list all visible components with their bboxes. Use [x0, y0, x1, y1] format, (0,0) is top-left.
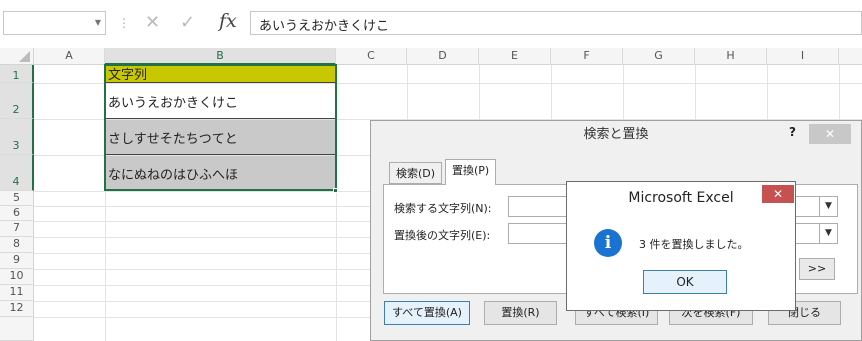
selection-border	[104, 64, 337, 191]
message-box-body: i 3 件を置換しました。 OK	[567, 215, 795, 310]
row-header-9[interactable]: 9	[0, 253, 34, 269]
cancel-icon[interactable]: ✕	[145, 12, 160, 33]
row-header-8[interactable]: 8	[0, 237, 34, 253]
column-header-row: A B C D E F G H I	[0, 48, 862, 65]
message-text: 3 件を置換しました。	[639, 238, 749, 251]
row-header-10[interactable]: 10	[0, 269, 34, 285]
column-header-i[interactable]: I	[767, 48, 839, 65]
row-header-3[interactable]: 3	[0, 119, 34, 155]
row-header-2[interactable]: 2	[0, 83, 34, 119]
info-icon: i	[594, 229, 622, 257]
column-header-f[interactable]: F	[551, 48, 623, 65]
enter-icon[interactable]: ✓	[180, 12, 195, 33]
row-header-12[interactable]: 12	[0, 301, 34, 317]
grip-icon: ⋮	[118, 16, 130, 30]
row-header-13[interactable]	[0, 317, 34, 341]
column-header-a[interactable]: A	[34, 48, 105, 65]
message-box-title: Microsoft Excel	[567, 182, 795, 215]
row-header-1[interactable]: 1	[0, 65, 34, 83]
tab-replace[interactable]: 置換(P)	[445, 159, 497, 185]
options-button[interactable]: >>	[799, 258, 835, 280]
chevron-down-icon[interactable]: ▼	[819, 197, 837, 216]
chevron-down-icon[interactable]: ▼	[95, 18, 101, 27]
column-header-b[interactable]: B	[105, 48, 336, 65]
replace-with-label: 置換後の文字列(E):	[394, 229, 491, 242]
close-icon[interactable]: ✕	[762, 185, 794, 203]
row-header-6[interactable]: 6	[0, 206, 34, 221]
formula-input[interactable]: あいうえおかきくけこ	[250, 11, 862, 35]
column-header-h[interactable]: H	[695, 48, 767, 65]
column-header-g[interactable]: G	[623, 48, 695, 65]
formula-bar: ▼ ⋮ ✕ ✓ fx あいうえおかきくけこ	[0, 0, 862, 48]
replace-button[interactable]: 置換(R)	[484, 301, 557, 325]
dialog-title: 検索と置換	[583, 127, 649, 142]
insert-function-icon[interactable]: fx	[219, 10, 237, 32]
help-icon[interactable]: ?	[789, 125, 796, 139]
find-what-label: 検索する文字列(N):	[394, 202, 492, 215]
select-all-corner[interactable]	[0, 48, 34, 65]
row-header-4[interactable]: 4	[0, 155, 34, 191]
row-header-11[interactable]: 11	[0, 285, 34, 301]
column-header-e[interactable]: E	[479, 48, 551, 65]
name-box[interactable]: ▼	[3, 11, 106, 35]
close-icon[interactable]: ✕	[809, 124, 851, 144]
chevron-down-icon[interactable]: ▼	[819, 224, 837, 243]
fill-handle[interactable]	[333, 188, 338, 193]
row-header-5[interactable]: 5	[0, 191, 34, 206]
replace-all-button[interactable]: すべて置換(A)	[384, 301, 470, 325]
ok-button[interactable]: OK	[643, 270, 727, 294]
tab-find[interactable]: 検索(D)	[389, 162, 443, 184]
row-header-7[interactable]: 7	[0, 221, 34, 237]
column-header-c[interactable]: C	[336, 48, 407, 65]
message-box: Microsoft Excel ✕ i 3 件を置換しました。 OK	[566, 181, 796, 311]
column-header-d[interactable]: D	[407, 48, 479, 65]
